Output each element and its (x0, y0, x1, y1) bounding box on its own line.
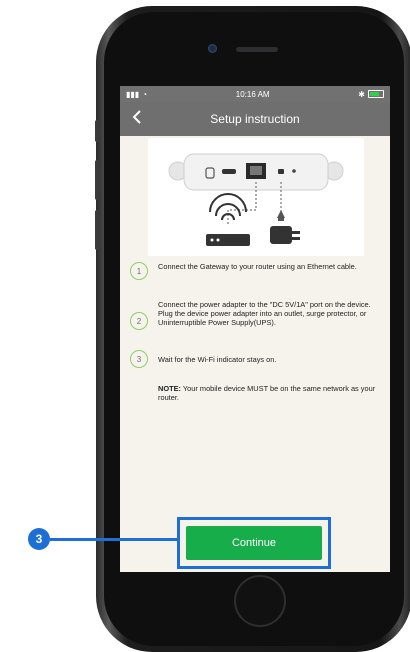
back-icon[interactable] (132, 109, 152, 129)
nav-bar: Setup instruction (120, 102, 390, 136)
power-adapter-icon (270, 210, 300, 244)
step-text-3: Wait for the Wi-Fi indicator stays on. (158, 355, 277, 364)
callout-badge: 3 (28, 528, 50, 550)
status-bar: ▮▮▮ ◔ 10:16 AM ✱ (120, 86, 390, 102)
battery-icon (367, 90, 384, 98)
note-text: NOTE: Your mobile device MUST be on the … (158, 384, 380, 402)
step-2: 2 Connect the power adapter to the "DC 5… (130, 300, 382, 330)
setup-illustration (148, 138, 364, 256)
step-number-2: 2 (130, 312, 148, 330)
step-3: 3 Wait for the Wi-Fi indicator stays on. (130, 350, 382, 368)
step-text-1: Connect the Gateway to your router using… (158, 262, 357, 271)
step-number-1: 1 (130, 262, 148, 280)
bluetooth-icon: ✱ (358, 89, 365, 99)
step-number-3: 3 (130, 350, 148, 368)
continue-button[interactable]: Continue (186, 526, 322, 560)
step-1: 1 Connect the Gateway to your router usi… (130, 262, 382, 280)
front-camera (208, 44, 217, 53)
note-label: NOTE: (158, 384, 181, 393)
home-button[interactable] (234, 575, 286, 627)
page-title: Setup instruction (210, 112, 300, 126)
volume-up-button (95, 160, 99, 200)
wifi-icon: ◔ (142, 89, 148, 99)
callout-line (50, 538, 178, 541)
signal-icon: ▮▮▮ (126, 89, 140, 99)
note-body: Your mobile device MUST be on the same n… (158, 384, 376, 402)
phone-screen: ▮▮▮ ◔ 10:16 AM ✱ Setup instruction 1 Con… (120, 86, 390, 572)
earpiece-speaker (236, 47, 278, 52)
volume-down-button (95, 210, 99, 250)
mute-switch (95, 120, 99, 142)
step-text-2: Connect the power adapter to the "DC 5V/… (158, 300, 371, 327)
status-time: 10:16 AM (235, 89, 270, 99)
